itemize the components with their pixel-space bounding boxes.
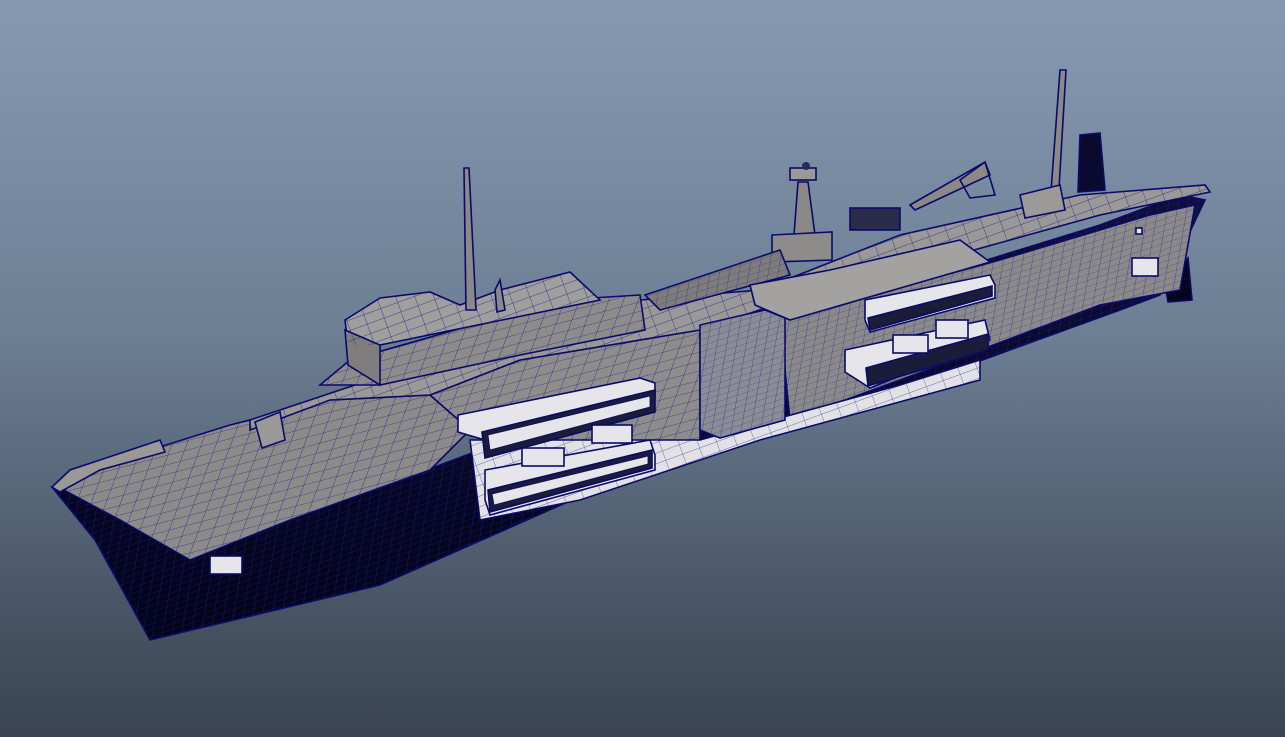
- mid-tower: [771, 162, 833, 263]
- cargo-stack: [699, 309, 786, 439]
- ship-model[interactable]: [0, 0, 1285, 737]
- forward-mast: [463, 167, 506, 314]
- 3d-viewport[interactable]: [0, 0, 1285, 737]
